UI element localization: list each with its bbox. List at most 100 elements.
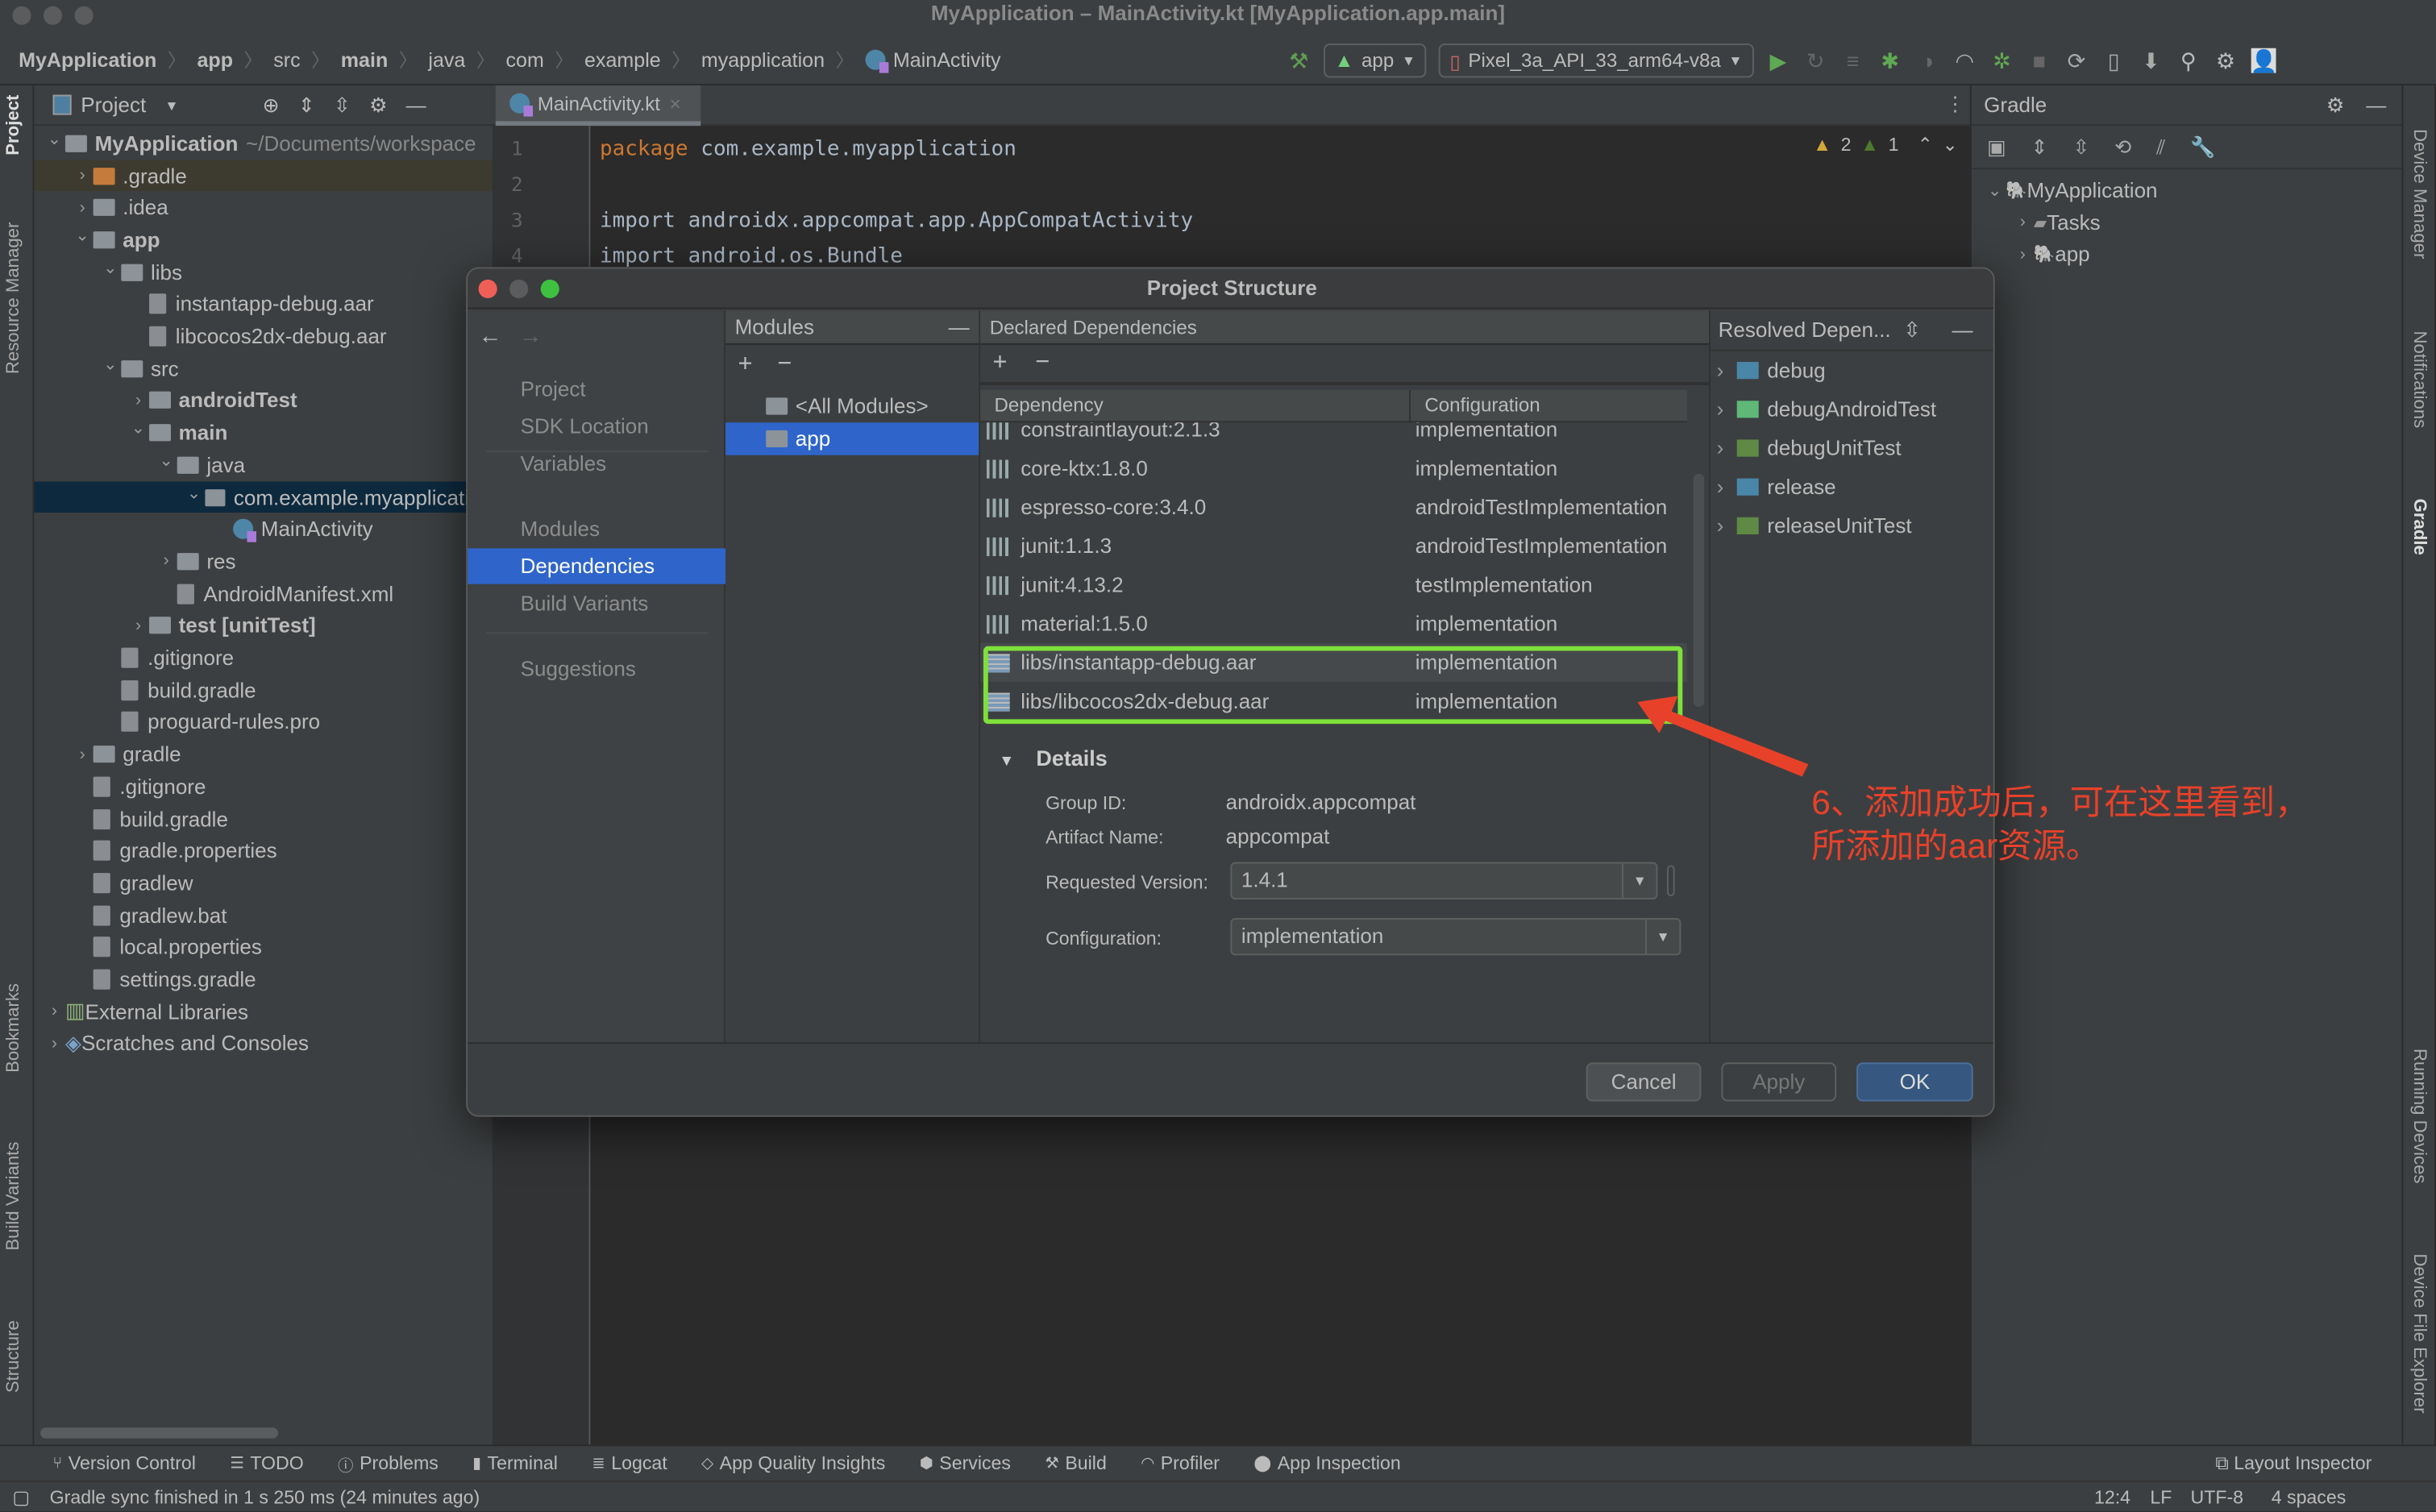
more-options-icon[interactable]: ⋮ xyxy=(1945,92,1965,117)
avatar[interactable]: 👤 xyxy=(2250,48,2277,73)
dependency-row[interactable]: junit:4.13.2 testImplementation xyxy=(980,566,1687,604)
breadcrumb-src[interactable]: src xyxy=(273,48,300,71)
tree-item-idea[interactable]: › .idea xyxy=(34,192,493,224)
tool-window-resource-manager[interactable]: Resource Manager xyxy=(5,222,23,375)
chevron-down-icon[interactable]: ▼ xyxy=(1645,919,1679,954)
tool-window-device-file-explorer[interactable]: Device File Explorer xyxy=(2409,1253,2428,1413)
tool-window-device-manager[interactable]: Device Manager xyxy=(2409,129,2428,259)
configuration-combo[interactable]: implementation ▼ xyxy=(1230,918,1682,956)
tree-item-src[interactable]: ⌄ src xyxy=(34,352,493,384)
tree-item-androidmanifest-xml[interactable]: AndroidManifest.xml xyxy=(34,578,493,610)
tab-mainactivity-kt[interactable]: MainActivity.kt × xyxy=(495,85,701,127)
chevron-down-icon[interactable]: ⌄ xyxy=(156,451,177,471)
tree-item-build-gradle[interactable]: build.gradle xyxy=(34,674,493,706)
tree-item-myapplication[interactable]: ⌄ MyApplication ~/Documents/workspace xyxy=(34,127,493,160)
inspection-widget[interactable]: ▲ 2 ▲ 1 ⌃ ⌄ xyxy=(1813,134,1958,156)
tool-profiler[interactable]: ◠ Profiler xyxy=(1141,1452,1220,1474)
resolved-item-debug[interactable]: › debug xyxy=(1717,351,1826,390)
tree-item-mainactivity[interactable]: MainActivity xyxy=(34,513,493,546)
caret-position[interactable]: 12:4 xyxy=(2094,1482,2130,1512)
breadcrumb-com[interactable]: com xyxy=(506,48,544,71)
tool-logcat[interactable]: ≣ Logcat xyxy=(592,1452,667,1474)
file-encoding[interactable]: UTF-8 xyxy=(2190,1482,2243,1512)
add-dependency-icon[interactable]: + xyxy=(993,350,1008,378)
execute-task-icon[interactable]: ▣ xyxy=(1987,135,2006,160)
apply-changes-icon[interactable]: ≡ xyxy=(1840,48,1865,73)
gear-icon[interactable]: ⚙ xyxy=(369,93,387,118)
tree-item-androidtest[interactable]: › androidTest xyxy=(34,384,493,417)
expand-all-icon[interactable]: ⇕ xyxy=(298,93,315,118)
resolved-item-debugunittest[interactable]: › debugUnitTest xyxy=(1717,429,1902,467)
chevron-down-icon[interactable]: ⌄ xyxy=(99,354,121,374)
tree-item-external-libraries[interactable]: › ▥ External Libraries xyxy=(34,995,493,1028)
tool-window-running-devices[interactable]: Running Devices xyxy=(2409,1049,2428,1184)
run-config-selector[interactable]: ▲ app ▼ xyxy=(1324,43,1427,78)
tool-window-notifications[interactable]: Notifications xyxy=(2409,331,2428,429)
cancel-button[interactable]: Cancel xyxy=(1586,1062,1702,1102)
code-line[interactable]: import android.os.Bundle xyxy=(600,244,903,269)
chevron-right-icon[interactable]: › xyxy=(156,552,177,571)
chevron-right-icon[interactable]: › xyxy=(2012,245,2034,264)
sdk-manager-icon[interactable]: ⬇ xyxy=(2139,48,2164,73)
close-tab-icon[interactable]: × xyxy=(670,93,681,114)
chevron-right-icon[interactable]: › xyxy=(1717,397,1724,421)
tree-item-test-unittest[interactable]: › test [unitTest] xyxy=(34,609,493,642)
collapse-all-icon[interactable]: ⇳ xyxy=(334,93,351,118)
breadcrumb-app[interactable]: app xyxy=(197,48,233,71)
code-line[interactable]: package com.example.myapplication xyxy=(600,137,1016,162)
debug-icon[interactable]: ✱ xyxy=(1877,48,1902,73)
chevron-down-icon[interactable]: ⌄ xyxy=(183,482,204,502)
tool-version-control[interactable]: ⑂ Version Control xyxy=(53,1452,196,1474)
tree-item-app[interactable]: ⌄ app xyxy=(34,224,493,256)
tree-item-gradlew[interactable]: gradlew xyxy=(34,867,493,899)
close-window-button[interactable] xyxy=(12,6,31,25)
tool-problems[interactable]: ⓘ Problems xyxy=(338,1452,439,1475)
module-item-app[interactable]: app xyxy=(725,422,979,455)
status-message[interactable]: Gradle sync finished in 1 s 250 ms (24 m… xyxy=(50,1482,480,1512)
chevron-right-icon[interactable]: › xyxy=(44,1003,65,1021)
gear-icon[interactable]: ⚙ xyxy=(2326,93,2344,118)
breadcrumb-myapplication[interactable]: MyApplication xyxy=(19,48,156,71)
tree-item-libcocos2dx-debug-aar[interactable]: libcocos2dx-debug.aar xyxy=(34,320,493,352)
chevron-right-icon[interactable]: › xyxy=(72,166,94,185)
resolved-item-debugandroidtest[interactable]: › debugAndroidTest xyxy=(1717,390,1936,429)
toggle-offline-icon[interactable]: ⫽ xyxy=(2156,135,2165,160)
back-icon[interactable]: ← xyxy=(479,323,502,350)
tree-item-gradle[interactable]: › .gradle xyxy=(34,159,493,192)
coverage-icon[interactable]: ◑ xyxy=(1915,48,1940,73)
sync-gradle-icon[interactable]: ⟳ xyxy=(2064,48,2089,73)
analyze-dependencies-icon[interactable]: ⟲ xyxy=(2114,135,2131,160)
collapse-all-icon[interactable]: ⇳ xyxy=(2072,135,2089,160)
tree-item-gradle-properties[interactable]: gradle.properties xyxy=(34,835,493,867)
forward-icon[interactable]: → xyxy=(519,323,542,350)
device-manager-icon[interactable]: ▯ xyxy=(2101,48,2126,73)
chevron-down-icon[interactable]: ⌄ xyxy=(1984,180,2006,200)
line-separator[interactable]: LF xyxy=(2150,1482,2172,1512)
nav-project[interactable]: Project xyxy=(468,372,725,407)
tool-window-gradle[interactable]: Gradle xyxy=(2409,499,2428,555)
tool-window-bookmarks[interactable]: Bookmarks xyxy=(5,983,23,1073)
chevron-right-icon[interactable]: › xyxy=(127,617,149,635)
tool-services[interactable]: ⬢ Services xyxy=(920,1452,1011,1474)
nav-suggestions[interactable]: Suggestions xyxy=(468,651,725,687)
tree-item-settings-gradle[interactable]: settings.gradle xyxy=(34,963,493,995)
tool-app-quality-insights[interactable]: ◇ App Quality Insights xyxy=(701,1452,885,1474)
resolved-item-release[interactable]: › release xyxy=(1717,467,1836,506)
hide-icon[interactable]: — xyxy=(2366,93,2386,118)
minimize-dialog-button[interactable] xyxy=(509,279,529,299)
tree-item-build-gradle[interactable]: build.gradle xyxy=(34,803,493,835)
add-module-icon[interactable]: + xyxy=(738,351,752,380)
tree-item-gradle[interactable]: › gradle xyxy=(34,738,493,771)
tree-item-gitignore[interactable]: .gitignore xyxy=(34,642,493,674)
breadcrumb-mainactivity[interactable]: MainActivity xyxy=(893,48,1001,71)
module-item-all-modules[interactable]: <All Modules> xyxy=(725,390,979,422)
nav-modules[interactable]: Modules xyxy=(468,511,725,546)
ok-button[interactable]: OK xyxy=(1856,1062,1973,1102)
chevron-right-icon[interactable]: › xyxy=(1717,514,1724,538)
nav-sdk-location[interactable]: SDK Location xyxy=(468,409,725,444)
breadcrumb-example[interactable]: example xyxy=(584,48,661,71)
profile-icon[interactable]: ◠ xyxy=(1952,48,1977,73)
attach-debugger-icon[interactable]: ✲ xyxy=(1989,48,2014,73)
chevron-right-icon[interactable]: › xyxy=(1717,437,1724,460)
nav-dependencies[interactable]: Dependencies xyxy=(468,548,726,584)
